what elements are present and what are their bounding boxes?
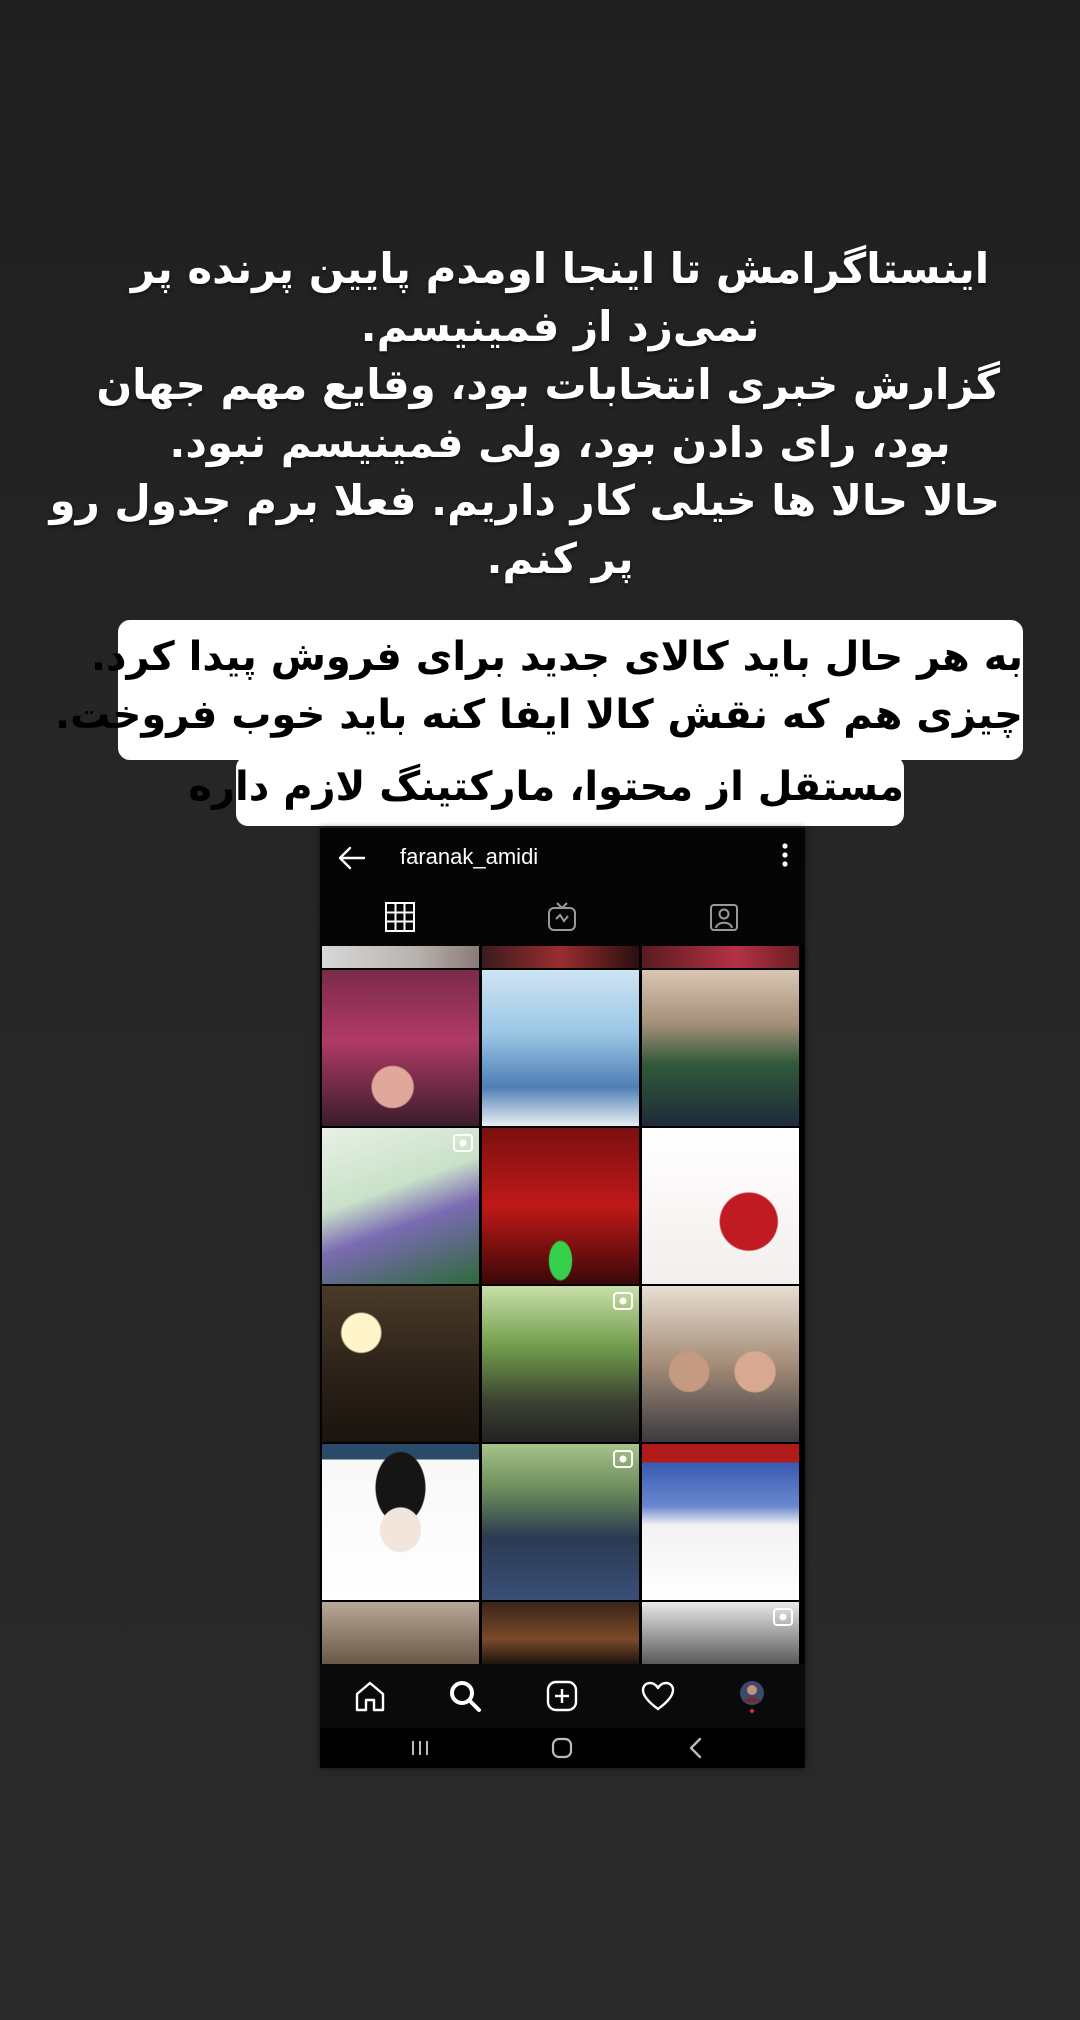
tab-igtv[interactable]: [482, 888, 642, 946]
igtv-icon: [548, 902, 576, 931]
highlight-box: مستقل از محتوا، مارکتینگ لازم داره: [188, 756, 904, 826]
system-back-button[interactable]: [676, 1734, 716, 1762]
nav-profile[interactable]: [732, 1678, 772, 1714]
bottom-navigation: [320, 1664, 805, 1728]
profile-tabs: [320, 888, 805, 946]
nav-search[interactable]: [445, 1678, 485, 1714]
profile-header: faranak_amidi: [320, 828, 805, 888]
post-thumbnail[interactable]: [642, 1286, 799, 1442]
tab-grid[interactable]: [320, 888, 480, 946]
recents-button[interactable]: [400, 1734, 440, 1762]
recents-icon: [412, 1741, 428, 1755]
post-thumbnail[interactable]: [642, 1444, 799, 1600]
caption-line: پر کنم.: [486, 534, 634, 583]
profile-avatar: [740, 1681, 764, 1713]
story-caption: اینستاگرامش تا اینجا اومدم پایین پرنده پ…: [49, 240, 1000, 588]
home-button-icon: [551, 1737, 573, 1759]
tagged-icon: [710, 904, 738, 931]
post-thumbnail[interactable]: [322, 1602, 479, 1664]
post-thumbnail[interactable]: [482, 1444, 639, 1600]
nav-home[interactable]: [350, 1678, 390, 1714]
more-options-icon[interactable]: [781, 842, 789, 868]
video-icon: [453, 1134, 473, 1152]
search-icon: [450, 1681, 481, 1712]
back-arrow-icon[interactable]: [334, 842, 370, 874]
grid-icon: [385, 902, 415, 932]
post-thumbnail[interactable]: [322, 1444, 479, 1600]
post-thumbnail[interactable]: [642, 946, 799, 968]
caption-line: بود، رای دادن بود، ولی فمینیسم نبود.: [169, 418, 951, 467]
post-grid: [322, 946, 803, 1664]
caption-line: اینستاگرامش تا اینجا اومدم پایین پرنده پ…: [130, 244, 990, 293]
post-thumbnail[interactable]: [642, 970, 799, 1126]
nav-add-post[interactable]: [542, 1678, 582, 1714]
post-thumbnail[interactable]: [482, 1286, 639, 1442]
post-thumbnail[interactable]: [322, 1128, 479, 1284]
highlight-line: به هر حال باید کالای جدید برای فروش پیدا…: [90, 634, 1023, 680]
highlight-box: به هر حال باید کالای جدید برای فروش پیدا…: [54, 620, 1023, 760]
back-icon: [689, 1737, 702, 1759]
post-thumbnail[interactable]: [322, 1286, 479, 1442]
nav-activity[interactable]: [638, 1678, 678, 1714]
post-thumbnail[interactable]: [322, 970, 479, 1126]
system-navigation-bar: [320, 1728, 805, 1768]
post-thumbnail[interactable]: [322, 946, 479, 968]
story-canvas: اینستاگرامش تا اینجا اومدم پایین پرنده پ…: [0, 0, 1080, 2020]
profile-username: faranak_amidi: [400, 844, 539, 869]
post-thumbnail[interactable]: [642, 1602, 799, 1664]
system-home-button[interactable]: [542, 1734, 582, 1762]
instagram-profile-screenshot: faranak_amidi: [320, 828, 805, 1768]
highlight-line: مستقل از محتوا، مارکتینگ لازم داره: [188, 764, 904, 810]
add-post-icon: [546, 1680, 578, 1712]
caption-line: نمی‌زد از فمینیسم.: [360, 302, 760, 351]
video-icon: [613, 1292, 633, 1310]
heart-icon: [641, 1681, 675, 1711]
post-thumbnail[interactable]: [482, 1128, 639, 1284]
highlight-line: چیزی هم که نقش کالا ایفا کنه باید خوب فر…: [54, 692, 1023, 738]
caption-line: حالا حالا ها خیلی کار داریم. فعلا برم جد…: [49, 476, 1000, 525]
caption-line: گزارش خبری انتخابات بود، وقایع مهم جهان: [96, 360, 1000, 409]
post-thumbnail[interactable]: [642, 1128, 799, 1284]
post-thumbnail[interactable]: [482, 970, 639, 1126]
tab-tagged[interactable]: [644, 888, 804, 946]
video-icon: [773, 1608, 793, 1626]
home-icon: [355, 1681, 385, 1712]
video-icon: [613, 1450, 633, 1468]
post-thumbnail[interactable]: [482, 1602, 639, 1664]
post-thumbnail[interactable]: [482, 946, 639, 968]
